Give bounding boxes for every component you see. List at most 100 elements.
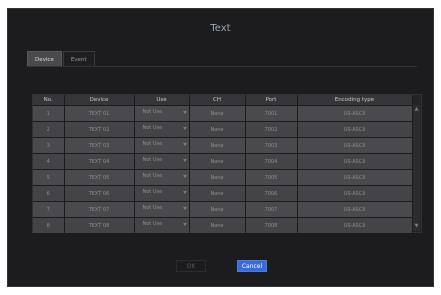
- table-row[interactable]: 6 TEXT 06 Not Use None 7006 US-ASCII: [33, 185, 413, 202]
- chevron-down-icon[interactable]: [182, 143, 187, 146]
- use-value: Not Use: [142, 205, 163, 211]
- use-value: Not Use: [142, 157, 163, 163]
- table-row[interactable]: 3 TEXT 03 Not Use None 7003 US-ASCII: [33, 137, 413, 154]
- cell-port[interactable]: 7002: [245, 121, 298, 138]
- chevron-down-icon[interactable]: [182, 207, 187, 210]
- chevron-down-icon[interactable]: [182, 111, 187, 114]
- tab-divider: [27, 66, 417, 67]
- cell-no: 3: [33, 137, 65, 154]
- cell-ch[interactable]: None: [189, 217, 246, 233]
- dialog-title: Text: [210, 23, 231, 34]
- cell-device: TEXT 05: [64, 169, 135, 186]
- table-row[interactable]: 8 TEXT 08 Not Use None 7008 US-ASCII: [33, 217, 413, 233]
- scroll-up-icon[interactable]: ▲: [414, 107, 419, 112]
- use-value: Not Use: [142, 125, 163, 131]
- cell-encoding-type[interactable]: US-ASCII: [297, 201, 413, 218]
- use-dropdown[interactable]: Not Use: [134, 121, 190, 138]
- cell-ch[interactable]: None: [189, 153, 246, 170]
- cell-encoding-type[interactable]: US-ASCII: [297, 105, 413, 122]
- use-select[interactable]: Not Use: [135, 137, 189, 152]
- use-value: Not Use: [142, 173, 163, 179]
- column-header-port: Port: [245, 95, 298, 106]
- cell-encoding-type[interactable]: US-ASCII: [297, 121, 413, 138]
- table-header-row: No. Device Use CH Port Encoding type: [33, 95, 413, 106]
- use-dropdown[interactable]: Not Use: [134, 153, 190, 170]
- cell-port[interactable]: 7001: [245, 105, 298, 122]
- cell-device: TEXT 01: [64, 105, 135, 122]
- column-header-use: Use: [134, 95, 190, 106]
- cell-device: TEXT 06: [64, 185, 135, 202]
- cell-device: TEXT 08: [64, 217, 135, 233]
- text-dialog: Text Device Event No. Device Use CH Port…: [7, 8, 434, 287]
- cell-device: TEXT 04: [64, 153, 135, 170]
- use-dropdown[interactable]: Not Use: [134, 137, 190, 154]
- cell-ch[interactable]: None: [189, 185, 246, 202]
- use-select[interactable]: Not Use: [135, 217, 189, 232]
- use-dropdown[interactable]: Not Use: [134, 169, 190, 186]
- use-select[interactable]: Not Use: [135, 169, 189, 184]
- use-value: Not Use: [142, 221, 163, 227]
- table-row[interactable]: 2 TEXT 02 Not Use None 7002 US-ASCII: [33, 121, 413, 138]
- cell-no: 6: [33, 185, 65, 202]
- use-select[interactable]: Not Use: [135, 121, 189, 136]
- cancel-button[interactable]: Cancel: [237, 260, 267, 272]
- cell-port[interactable]: 7007: [245, 201, 298, 218]
- cell-encoding-type[interactable]: US-ASCII: [297, 185, 413, 202]
- use-dropdown[interactable]: Not Use: [134, 105, 190, 122]
- use-select[interactable]: Not Use: [135, 153, 189, 168]
- column-header-no: No.: [33, 95, 65, 106]
- cell-ch[interactable]: None: [189, 121, 246, 138]
- cell-port[interactable]: 7004: [245, 153, 298, 170]
- cell-no: 2: [33, 121, 65, 138]
- chevron-down-icon[interactable]: [182, 223, 187, 226]
- cell-encoding-type[interactable]: US-ASCII: [297, 153, 413, 170]
- cell-port[interactable]: 7008: [245, 217, 298, 233]
- cell-no: 4: [33, 153, 65, 170]
- cell-port[interactable]: 7006: [245, 185, 298, 202]
- table-row[interactable]: 5 TEXT 05 Not Use None 7005 US-ASCII: [33, 169, 413, 186]
- use-dropdown[interactable]: Not Use: [134, 217, 190, 233]
- cell-no: 7: [33, 201, 65, 218]
- cell-ch[interactable]: None: [189, 105, 246, 122]
- chevron-down-icon[interactable]: [182, 159, 187, 162]
- table-row[interactable]: 1 TEXT 01 Not Use None 7001 US-ASCII: [33, 105, 413, 122]
- chevron-down-icon[interactable]: [182, 175, 187, 178]
- cell-device: TEXT 02: [64, 121, 135, 138]
- use-select[interactable]: Not Use: [135, 105, 189, 120]
- use-value: Not Use: [142, 189, 163, 195]
- cell-device: TEXT 03: [64, 137, 135, 154]
- column-header-encoding-type: Encoding type: [297, 95, 413, 106]
- cell-port[interactable]: 7005: [245, 169, 298, 186]
- tab-bar: Device Event: [27, 51, 95, 67]
- use-dropdown[interactable]: Not Use: [134, 185, 190, 202]
- table-scrollbar[interactable]: ▲ ▼: [413, 105, 420, 231]
- cell-device: TEXT 07: [64, 201, 135, 218]
- ok-button[interactable]: OK: [176, 260, 206, 272]
- use-value: Not Use: [142, 109, 163, 115]
- cell-ch[interactable]: None: [189, 137, 246, 154]
- column-header-ch: CH: [189, 95, 246, 106]
- cell-no: 1: [33, 105, 65, 122]
- table-row[interactable]: 4 TEXT 04 Not Use None 7004 US-ASCII: [33, 153, 413, 170]
- cell-no: 5: [33, 169, 65, 186]
- use-select[interactable]: Not Use: [135, 201, 189, 216]
- cell-encoding-type[interactable]: US-ASCII: [297, 217, 413, 233]
- scroll-down-icon[interactable]: ▼: [414, 224, 419, 229]
- cell-port[interactable]: 7003: [245, 137, 298, 154]
- table-row[interactable]: 7 TEXT 07 Not Use None 7007 US-ASCII: [33, 201, 413, 218]
- tab-event[interactable]: Event: [62, 51, 95, 67]
- device-table: No. Device Use CH Port Encoding type 1 TE…: [32, 94, 422, 233]
- column-header-device: Device: [64, 95, 135, 106]
- use-dropdown[interactable]: Not Use: [134, 201, 190, 218]
- chevron-down-icon[interactable]: [182, 127, 187, 130]
- use-select[interactable]: Not Use: [135, 185, 189, 200]
- cell-encoding-type[interactable]: US-ASCII: [297, 169, 413, 186]
- cell-ch[interactable]: None: [189, 169, 246, 186]
- chevron-down-icon[interactable]: [182, 191, 187, 194]
- cell-encoding-type[interactable]: US-ASCII: [297, 137, 413, 154]
- use-value: Not Use: [142, 141, 163, 147]
- tab-device[interactable]: Device: [27, 51, 62, 67]
- table-body: 1 TEXT 01 Not Use None 7001 US-ASCII 2 TEXT 02 N…: [33, 105, 413, 233]
- cell-no: 8: [33, 217, 65, 233]
- cell-ch[interactable]: None: [189, 201, 246, 218]
